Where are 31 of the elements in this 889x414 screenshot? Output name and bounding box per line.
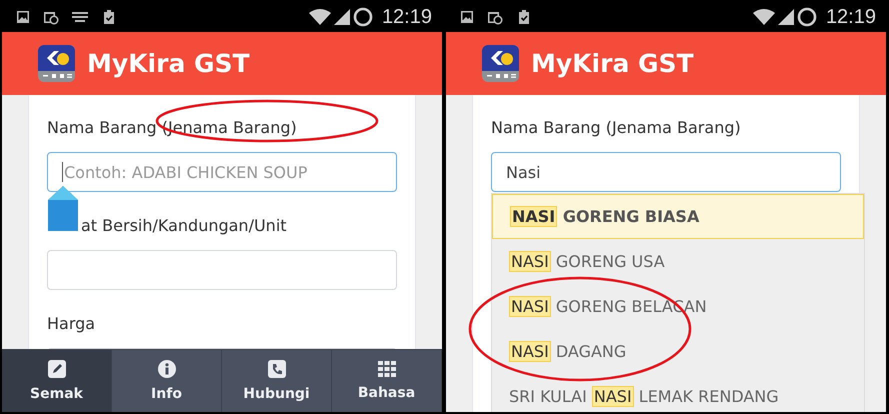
- suggestion-item[interactable]: NASI DAGANG: [492, 329, 864, 374]
- suggestion-item[interactable]: SRI KULAI NASI LEMAK RENDANG: [492, 374, 864, 412]
- grid-icon: [378, 361, 396, 377]
- info-icon: [158, 360, 176, 378]
- clock-time: 12:19: [826, 6, 876, 28]
- app-logo-icon: [38, 45, 75, 82]
- sync-icon: [796, 7, 817, 27]
- text-selection-handle[interactable]: [47, 185, 79, 233]
- phone-icon: [268, 360, 286, 378]
- app-logo-icon: [482, 45, 519, 82]
- app-title: MyKira GST: [531, 49, 694, 78]
- signal-icon: [778, 9, 794, 25]
- wifi-icon: [308, 9, 331, 25]
- text-input-field[interactable]: [47, 250, 397, 290]
- suggestion-item[interactable]: NASI GORENG BIASA: [492, 194, 864, 239]
- text-input-field[interactable]: Nasi: [491, 152, 841, 192]
- image-icon: [460, 10, 474, 24]
- suggestion-item[interactable]: NASI GORENG USA: [492, 239, 864, 284]
- clipboard-check-icon: [101, 9, 117, 25]
- wifi-icon: [752, 9, 775, 25]
- app-title: MyKira GST: [87, 49, 250, 78]
- pencil-icon: [48, 360, 66, 378]
- field-label: Harga: [47, 314, 96, 333]
- sync-icon: [352, 7, 373, 27]
- signal-icon: [334, 9, 350, 25]
- field-label: Nama Barang (Jenama Barang): [491, 118, 741, 137]
- field-label: at Bersih/Kandungan/Unit: [81, 216, 287, 235]
- nav-tab[interactable]: Semak: [2, 350, 112, 412]
- clock-time: 12:19: [382, 6, 432, 28]
- image-icon: [16, 10, 30, 24]
- clipboard-check-icon: [516, 9, 532, 25]
